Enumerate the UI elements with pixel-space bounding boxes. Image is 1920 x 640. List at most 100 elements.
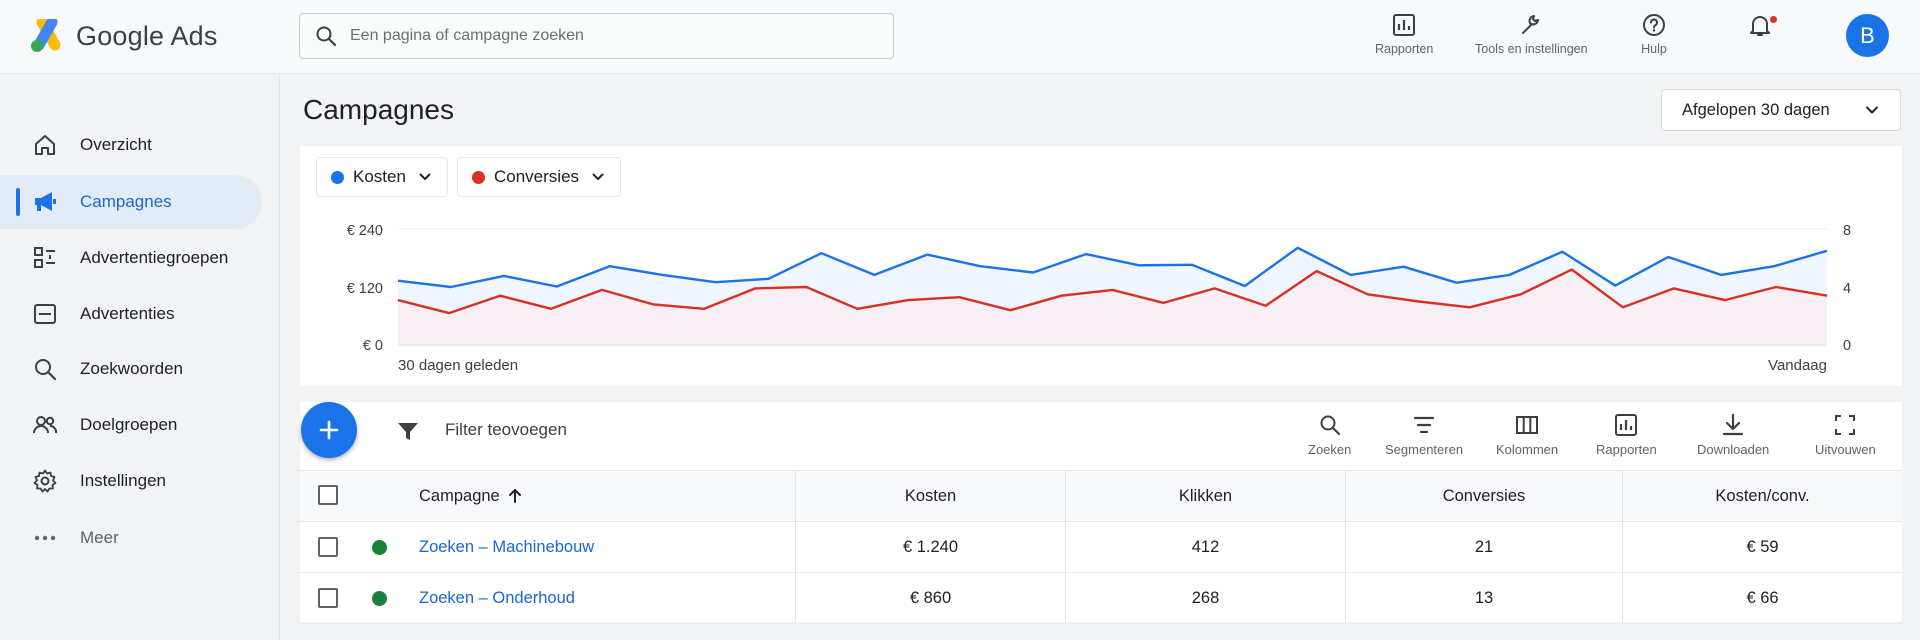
sidebar-item-label: Instellingen: [80, 471, 167, 490]
filter-icon[interactable]: [395, 418, 421, 444]
sidebar-item-meer[interactable]: Meer: [0, 511, 262, 565]
toolbar-label: Segmenteren: [1385, 442, 1464, 457]
campaign-name-cell: Zoeken – Machinebouw: [419, 522, 789, 572]
reports-icon: [1615, 414, 1638, 436]
search-input[interactable]: Een pagina of campagne zoeken: [299, 13, 894, 59]
toolbar-download-button[interactable]: Downloaden: [1697, 412, 1769, 457]
row-checkbox[interactable]: [318, 537, 338, 557]
reports-button[interactable]: Rapporten: [1375, 12, 1433, 62]
avatar[interactable]: B: [1846, 14, 1889, 57]
search-icon: [1320, 415, 1340, 436]
campaign-link[interactable]: Zoeken – Onderhoud: [419, 589, 575, 608]
cost-cell: € 860: [909, 588, 952, 607]
sidebar-item-advertenties[interactable]: Advertenties: [0, 287, 262, 341]
add-campaign-button[interactable]: [301, 402, 357, 458]
y-left-tick: € 0: [363, 338, 383, 354]
top-bar: Google Ads Een pagina of campagne zoeken…: [0, 0, 1920, 74]
sort-ascending-icon: [508, 489, 521, 503]
toolbar-label: Rapporten: [1596, 442, 1657, 457]
columns-icon: [1516, 416, 1539, 434]
toolbar-label: Uitvouwen: [1815, 442, 1876, 457]
conversions-cell: 13: [1474, 588, 1494, 607]
cost-cell: € 1.240: [902, 537, 959, 556]
search-icon: [32, 356, 58, 382]
select-all-checkbox[interactable]: [318, 485, 338, 505]
more-icon: [32, 525, 58, 551]
sidebar-item-label: Campagnes: [80, 192, 172, 211]
toolbar-reports-button[interactable]: Rapporten: [1596, 412, 1657, 457]
sidebar-item-campagnes[interactable]: Campagnes: [0, 175, 262, 229]
campaign-link[interactable]: Zoeken – Machinebouw: [419, 538, 594, 557]
sidebar-item-label: Doelgroepen: [80, 415, 178, 434]
column-header-kosten-per-conv[interactable]: Kosten/conv.: [1623, 471, 1902, 521]
reports-icon: [1393, 14, 1416, 36]
column-header-klikken[interactable]: Klikken: [1066, 471, 1345, 521]
conversions-cell: 21: [1474, 537, 1494, 556]
sidebar-item-doelgroepen[interactable]: Doelgroepen: [0, 398, 262, 452]
notifications-button[interactable]: [1747, 12, 1778, 62]
table-header: Campagne Kosten Klikken Conversies Koste…: [300, 470, 1902, 522]
sidebar-item-label: Meer: [80, 528, 119, 547]
sidebar-item-instellingen[interactable]: Instellingen: [0, 454, 262, 508]
toolbar-search-button[interactable]: Zoeken: [1308, 412, 1351, 457]
megaphone-icon: [32, 189, 58, 215]
expand-icon: [1835, 415, 1856, 435]
column-header-kosten[interactable]: Kosten: [796, 471, 1065, 521]
sidebar-item-label: Advertentiegroepen: [80, 248, 229, 267]
x-end-label: Vandaag: [1768, 357, 1827, 374]
line-chart: € 240 € 120 € 0 8 4 0 30 dagen geleden V…: [347, 223, 1851, 374]
column-header-label: Klikken: [1178, 486, 1233, 505]
campaigns-table-card: Filter teovoegen Zoeken Segmenteren Kolo…: [300, 402, 1902, 624]
notification-badge: [1769, 15, 1778, 24]
chevron-down-icon: [1866, 106, 1878, 114]
clicks-cell: 412: [1191, 537, 1220, 556]
y-left-tick: € 240: [347, 223, 383, 239]
wrench-icon: [1522, 15, 1540, 34]
column-header-label: Kosten: [904, 486, 957, 505]
sidebar-item-label: Zoekwoorden: [80, 359, 184, 378]
reports-label: Rapporten: [1375, 42, 1434, 56]
y-right-tick: 8: [1843, 223, 1851, 239]
clicks-cell: 268: [1191, 588, 1220, 607]
help-label: Hulp: [1641, 42, 1667, 56]
column-header-label: Campagne: [419, 486, 500, 505]
row-checkbox[interactable]: [318, 588, 338, 608]
cost-per-conv-cell: € 59: [1746, 537, 1779, 556]
y-left-tick: € 120: [347, 281, 383, 297]
search-icon: [316, 26, 337, 47]
toolbar-segment-button[interactable]: Segmenteren: [1385, 412, 1463, 457]
y-right-tick: 0: [1843, 338, 1851, 354]
column-header-label: Kosten/conv.: [1715, 486, 1810, 505]
column-header-campagne[interactable]: Campagne: [419, 471, 719, 521]
plus-icon: [319, 420, 339, 440]
sidebar-item-advertentiegroepen[interactable]: Advertentiegroepen: [0, 231, 262, 285]
help-button[interactable]: Hulp: [1641, 12, 1667, 62]
status-enabled-dot: [372, 540, 387, 555]
date-range-select[interactable]: Afgelopen 30 dagen: [1661, 89, 1901, 131]
toolbar-columns-button[interactable]: Kolommen: [1496, 412, 1558, 457]
home-icon: [32, 132, 58, 158]
download-icon: [1723, 413, 1744, 436]
y-right-tick: 4: [1843, 281, 1851, 297]
sidebar-item-overzicht[interactable]: Overzicht: [0, 118, 262, 172]
column-header-conversies[interactable]: Conversies: [1346, 471, 1622, 521]
toolbar-expand-button[interactable]: Uitvouwen: [1815, 412, 1876, 457]
tools-settings-button[interactable]: Tools en instellingen: [1475, 12, 1588, 62]
sidebar-item-zoekwoorden[interactable]: Zoekwoorden: [0, 342, 262, 396]
toolbar-label: Downloaden: [1697, 442, 1770, 457]
toolbar-label: Zoeken: [1308, 442, 1352, 457]
column-header-label: Conversies: [1442, 486, 1526, 505]
app-name: Google Ads: [76, 20, 218, 51]
x-start-label: 30 dagen geleden: [398, 357, 518, 374]
table-row: Zoeken – Onderhoud € 860 268 13 € 66: [300, 573, 1902, 624]
date-range-value: Afgelopen 30 dagen: [1682, 100, 1830, 119]
google-ads-logo[interactable]: Google Ads: [28, 18, 218, 54]
help-icon: [1643, 14, 1665, 36]
google-ads-logo-icon: [31, 19, 61, 52]
toolbar-label: Kolommen: [1496, 442, 1559, 457]
table-row: Zoeken – Machinebouw € 1.240 412 21 € 59: [300, 522, 1902, 573]
search-placeholder: Een pagina of campagne zoeken: [350, 27, 584, 44]
add-filter-button[interactable]: Filter teovoegen: [445, 420, 567, 440]
tools-settings-label: Tools en instellingen: [1475, 42, 1588, 56]
status-enabled-dot: [372, 591, 387, 606]
